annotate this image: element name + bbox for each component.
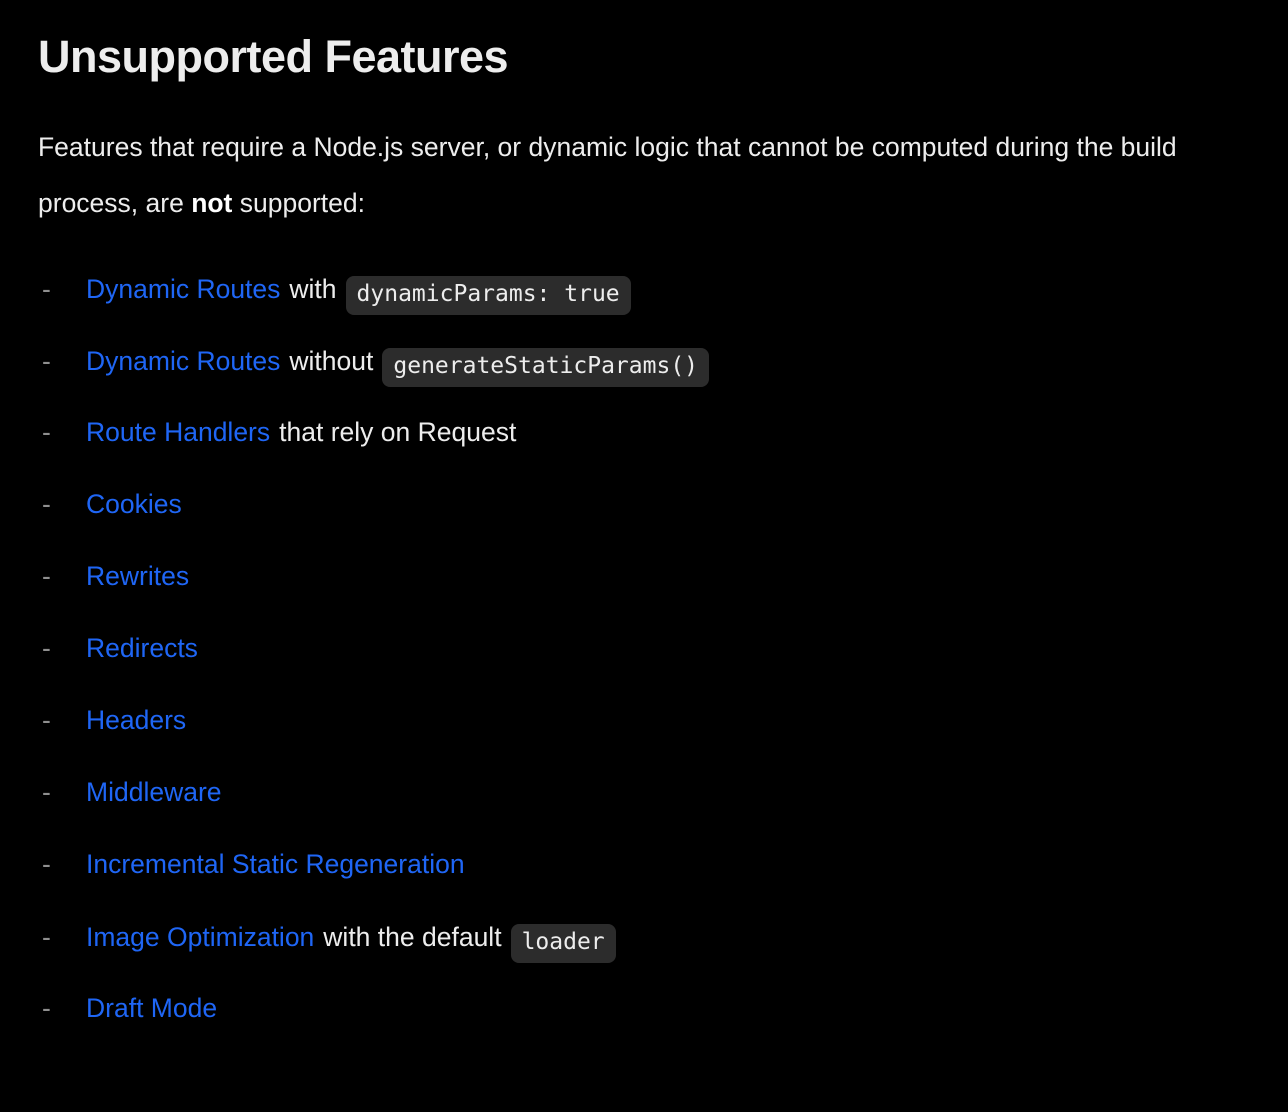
list-item-content: Dynamic Routes without generateStaticParam… [86,345,710,388]
list-item-content: Image Optimization with the default loader [86,921,616,964]
bullet-dash-icon: - [42,922,51,953]
list-item-content: Route Handlers that rely on Request [86,417,516,448]
list-item-text: with [289,274,337,305]
bullet-dash-icon: - [42,633,51,664]
page-title: Unsupported Features [38,31,509,82]
list-item-text: without [289,346,374,377]
list-item: - Route Handlers that rely on Request [38,417,1250,489]
bullet-dash-icon: - [42,274,51,305]
list-item-content: Incremental Static Regeneration [86,849,465,880]
bullet-dash-icon: - [42,561,51,592]
bullet-dash-icon: - [42,489,51,520]
feature-link[interactable]: Middleware [86,777,222,808]
feature-link[interactable]: Image Optimization [86,922,314,953]
bullet-dash-icon: - [42,346,51,377]
list-item: - Middleware [38,777,1250,849]
list-item: - Cookies [38,489,1250,561]
list-item: - Rewrites [38,561,1250,633]
bullet-dash-icon: - [42,417,51,448]
list-item-content: Draft Mode [86,993,217,1024]
feature-link[interactable]: Rewrites [86,561,189,592]
list-item: - Headers [38,705,1250,777]
list-item-content: Rewrites [86,561,189,592]
inline-code: loader [510,924,616,964]
intro-emphasis-not: not [191,188,233,219]
feature-link[interactable]: Headers [86,705,186,736]
list-item: - Draft Mode [38,993,1250,1065]
feature-link[interactable]: Draft Mode [86,993,217,1024]
inline-code: dynamicParams: true [345,276,631,316]
bullet-dash-icon: - [42,849,51,880]
unsupported-features-list: - Dynamic Routes with dynamicParams: true - D… [38,231,1250,1065]
feature-link[interactable]: Incremental Static Regeneration [86,849,465,880]
list-item: - Redirects [38,633,1250,705]
feature-link[interactable]: Dynamic Routes [86,346,280,377]
list-item-content: Dynamic Routes with dynamicParams: true [86,273,631,316]
list-item-content: Headers [86,705,186,736]
bullet-dash-icon: - [42,993,51,1024]
bullet-dash-icon: - [42,777,51,808]
list-item-content: Cookies [86,489,182,520]
list-item-content: Redirects [86,633,198,664]
list-item-text: with the default [323,922,502,953]
feature-link[interactable]: Dynamic Routes [86,274,280,305]
feature-link[interactable]: Cookies [86,489,182,520]
bullet-dash-icon: - [42,705,51,736]
list-item: - Dynamic Routes with dynamicParams: true [38,273,1250,345]
list-item: - Incremental Static Regeneration [38,849,1250,921]
list-item-text: that rely on Request [279,417,517,448]
feature-link[interactable]: Route Handlers [86,417,270,448]
feature-link[interactable]: Redirects [86,633,198,664]
list-item: - Dynamic Routes without generateStaticPara… [38,345,1250,417]
inline-code: generateStaticParams() [382,348,710,388]
documentation-page: Unsupported Features Features that requi… [0,0,1288,1112]
intro-paragraph: Features that require a Node.js server, … [38,83,1238,231]
intro-text-part2: supported: [232,188,365,219]
list-item-content: Middleware [86,777,222,808]
list-item: - Image Optimization with the default loade… [38,921,1250,993]
